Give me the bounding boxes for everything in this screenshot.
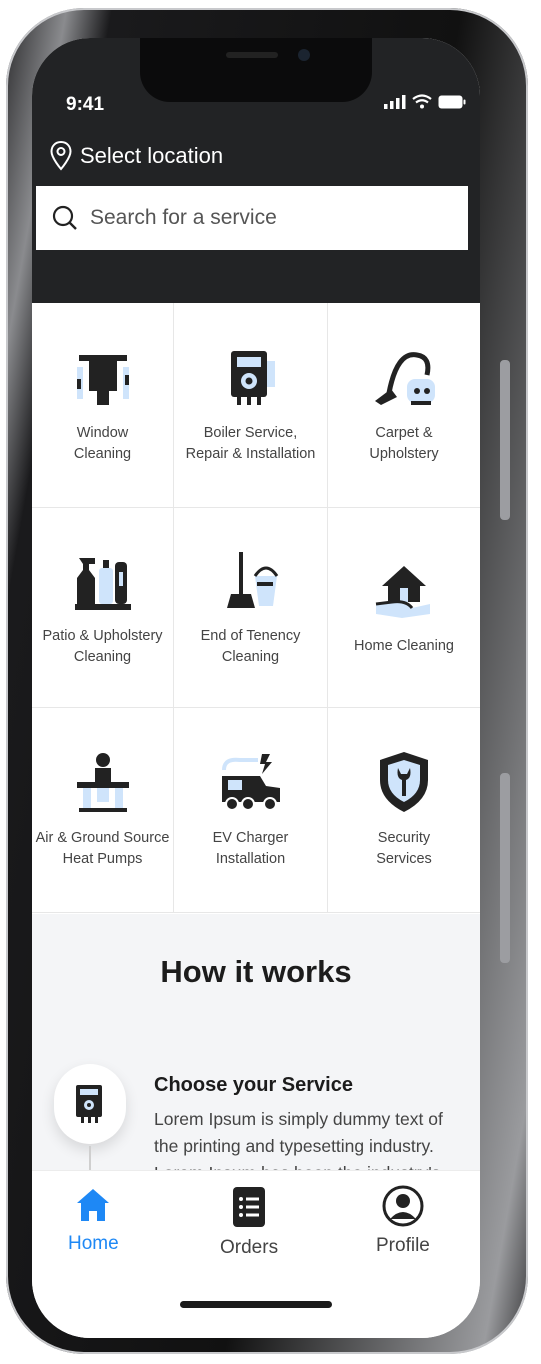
service-carpet-upholstery[interactable]: Carpet & Upholstery	[328, 303, 480, 508]
signal-icon	[384, 95, 406, 109]
service-patio-upholstery[interactable]: Patio & Upholstery Cleaning	[32, 508, 174, 708]
status-icons	[384, 94, 466, 109]
service-label-line: Services	[376, 851, 432, 867]
ev-charger-icon	[221, 754, 280, 811]
service-label: EV Charger Installation	[213, 828, 289, 870]
service-label: Security Services	[376, 828, 432, 870]
side-button-lower	[500, 773, 510, 963]
nav-orders-label: Orders	[220, 1237, 279, 1258]
phone-frame: 9:41 Select location Search for a servic…	[6, 8, 528, 1354]
nav-profile[interactable]: Profile	[376, 1185, 430, 1257]
notch	[140, 38, 372, 102]
service-label: End of Tenency Cleaning	[201, 626, 301, 668]
nav-orders[interactable]: Orders	[220, 1185, 278, 1259]
boiler-icon	[230, 351, 275, 405]
service-label: Boiler Service, Repair & Installation	[186, 423, 316, 465]
shield-wrench-icon	[380, 752, 428, 812]
boiler-icon	[76, 1085, 102, 1123]
service-label-line: EV Charger	[212, 830, 289, 846]
profile-icon	[382, 1185, 424, 1227]
location-pin-icon	[50, 141, 72, 171]
service-boiler[interactable]: Boiler Service, Repair & Installation	[174, 303, 328, 508]
vacuum-icon	[375, 352, 435, 405]
side-button	[500, 360, 510, 520]
heat-pump-icon	[76, 753, 129, 812]
service-label-line: End of Tenency	[200, 627, 301, 644]
window-cleaning-icon	[76, 355, 129, 405]
service-label-line: Air & Ground Source	[35, 830, 170, 846]
wifi-icon	[412, 94, 432, 109]
service-label-line: Cleaning	[221, 648, 280, 665]
service-label-line: Repair & Installation	[185, 446, 316, 462]
nav-home[interactable]: Home	[68, 1185, 119, 1255]
broom-bucket-icon	[226, 551, 278, 608]
speaker	[226, 52, 278, 58]
service-label: Window Cleaning	[74, 423, 131, 465]
service-label-line: Patio & Upholstery	[42, 627, 163, 644]
services-grid: Window Cleaning Boiler Service, Repair &…	[32, 303, 480, 913]
battery-icon	[438, 95, 466, 109]
nav-profile-label: Profile	[376, 1235, 430, 1256]
search-icon	[52, 205, 77, 230]
nav-home-label: Home	[68, 1233, 119, 1254]
service-label: Air & Ground Source Heat Pumps	[36, 828, 170, 870]
service-ev-charger[interactable]: EV Charger Installation	[174, 708, 328, 913]
house-hand-icon	[375, 566, 430, 618]
service-window-cleaning[interactable]: Window Cleaning	[32, 303, 174, 508]
service-label-line: Window	[76, 425, 129, 441]
service-label-line: Home Cleaning	[354, 638, 454, 654]
camera	[298, 49, 310, 61]
service-label-line: Installation	[215, 851, 286, 867]
home-icon	[77, 1189, 110, 1221]
service-label-line: Cleaning	[73, 648, 132, 665]
service-label-line: Upholstery	[369, 446, 439, 462]
search-input[interactable]: Search for a service	[36, 186, 468, 250]
orders-icon	[233, 1187, 266, 1227]
step-icon-badge	[54, 1064, 126, 1144]
service-label: Carpet & Upholstery	[369, 423, 438, 465]
service-label-line: Heat Pumps	[62, 851, 143, 867]
service-label-line: Security	[377, 830, 431, 846]
cleaning-supplies-icon	[74, 557, 131, 610]
status-time: 9:41	[66, 94, 105, 115]
home-indicator	[180, 1301, 332, 1308]
service-home-cleaning[interactable]: Home Cleaning	[328, 508, 480, 708]
service-security[interactable]: Security Services	[328, 708, 480, 913]
section-title: How it works	[160, 954, 352, 989]
service-end-of-tenency[interactable]: End of Tenency Cleaning	[174, 508, 328, 708]
service-label: Patio & Upholstery Cleaning	[42, 626, 162, 668]
select-location-button[interactable]: Select location	[50, 141, 223, 171]
step-title: Choose your Service	[154, 1074, 353, 1096]
service-label-line: Cleaning	[73, 446, 132, 462]
location-label: Select location	[80, 143, 224, 168]
service-label-line: Boiler Service,	[203, 425, 298, 441]
search-placeholder: Search for a service	[90, 206, 277, 229]
phone-screen: 9:41 Select location Search for a servic…	[32, 38, 480, 1338]
bottom-nav: Home Orders Profile	[32, 1170, 480, 1338]
service-label: Home Cleaning	[354, 636, 454, 657]
how-it-works-section: How it works Choose your Service Lorem I…	[32, 914, 480, 1214]
service-heat-pumps[interactable]: Air & Ground Source Heat Pumps	[32, 708, 174, 913]
service-label-line: Carpet &	[375, 425, 433, 441]
